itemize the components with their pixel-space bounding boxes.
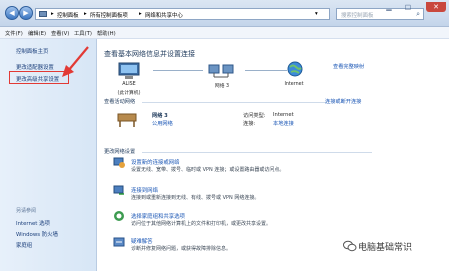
change-settings-header: 更改网络设置 bbox=[104, 149, 136, 155]
network-type-link[interactable]: 公用网络 bbox=[152, 120, 173, 127]
map-computer-sub: (此计算机) bbox=[117, 91, 141, 96]
computer-icon bbox=[118, 62, 140, 79]
page-title: 查看基本网络信息并设置连接 bbox=[104, 50, 195, 58]
see-also-homegroup[interactable]: 家庭组 bbox=[16, 241, 32, 249]
watermark-text: 电脑基础常识 bbox=[358, 243, 413, 253]
homegroup-icon bbox=[113, 210, 125, 222]
annotation-arrow-icon bbox=[62, 46, 89, 77]
section-divider bbox=[142, 152, 372, 153]
control-panel-icon bbox=[39, 11, 47, 17]
window-titlebar: ◀ ▶ ▸ 控制面板 ▸ 所有控制面板项 ▸ 网络和共享中心 ▾ 搜索控制面板 … bbox=[0, 0, 449, 27]
menu-tools[interactable]: 工具(T) bbox=[74, 29, 92, 37]
task-homegroup-desc: 访问位于其他网络计算机上的文件和打印机，或更改共享设置。 bbox=[131, 221, 272, 227]
active-network-name: 网络 3 bbox=[152, 113, 168, 119]
main-panel: 查看基本网络信息并设置连接 查看完整映射 ALISE (此计算机) 网络 3 I… bbox=[97, 39, 449, 271]
map-connector bbox=[153, 70, 203, 71]
connection-local-link[interactable]: 本地连接 bbox=[273, 120, 294, 127]
menu-bar: 文件(F) 编辑(E) 查看(V) 工具(T) 帮助(H) bbox=[0, 27, 449, 39]
see-also-header: 另请参阅 bbox=[16, 208, 37, 214]
map-internet-label: Internet bbox=[284, 82, 304, 87]
wechat-logo-icon bbox=[343, 240, 357, 252]
access-type-label: 访问类型: bbox=[243, 113, 266, 119]
map-network-name: 网络 3 bbox=[214, 84, 230, 89]
connections-label: 连接: bbox=[243, 121, 256, 127]
breadcrumb-all-items[interactable]: 所有控制面板项 bbox=[90, 11, 128, 19]
maximize-button[interactable]: □ bbox=[398, 2, 418, 12]
task-setup-connection-desc: 设置无线、宽带、拨号、临时或 VPN 连接；或设置路由器或访问点。 bbox=[131, 167, 285, 173]
map-connector bbox=[245, 70, 287, 71]
menu-edit[interactable]: 编辑(E) bbox=[28, 29, 46, 37]
forward-button[interactable]: ▶ bbox=[19, 6, 33, 20]
task-connect-network-link[interactable]: 连接到网络 bbox=[131, 186, 158, 194]
back-button[interactable]: ◀ bbox=[5, 6, 19, 20]
view-full-map-link[interactable]: 查看完整映射 bbox=[333, 63, 364, 70]
address-bar[interactable]: ▸ 控制面板 ▸ 所有控制面板项 ▸ 网络和共享中心 ▾ bbox=[35, 8, 330, 20]
task-troubleshoot-desc: 诊断并修复网络问题，或获得故障排除信息。 bbox=[131, 246, 232, 252]
see-also-internet-options[interactable]: Internet 选项 bbox=[16, 219, 50, 227]
breadcrumb-control-panel[interactable]: 控制面板 bbox=[57, 11, 79, 19]
minimize-button[interactable]: ▁ bbox=[382, 2, 396, 12]
troubleshoot-icon bbox=[113, 236, 125, 248]
new-connection-icon bbox=[113, 156, 125, 168]
connect-disconnect-link[interactable]: 连接或断开连接 bbox=[325, 98, 361, 105]
active-networks-header: 查看活动网络 bbox=[104, 99, 136, 105]
menu-view[interactable]: 查看(V) bbox=[51, 29, 69, 37]
task-setup-connection-link[interactable]: 设置新的连接或网络 bbox=[131, 158, 180, 166]
menu-file[interactable]: 文件(F) bbox=[5, 29, 23, 37]
map-computer-name: ALISE bbox=[122, 82, 136, 87]
network-icon bbox=[208, 64, 234, 78]
network-bench-icon bbox=[117, 113, 137, 127]
sidebar-item-adapter-settings[interactable]: 更改适配器设置 bbox=[16, 63, 54, 71]
connect-network-icon bbox=[113, 184, 125, 196]
section-divider bbox=[142, 102, 327, 103]
task-troubleshoot-link[interactable]: 疑难解答 bbox=[131, 237, 153, 245]
task-connect-network-desc: 连接到或重新连接到无线、有线、拨号或 VPN 网络连接。 bbox=[131, 195, 260, 201]
search-input[interactable]: 搜索控制面板 bbox=[341, 11, 373, 19]
breadcrumb-network-center[interactable]: 网络和共享中心 bbox=[145, 11, 183, 19]
internet-globe-icon bbox=[287, 61, 303, 77]
sidebar-item-home[interactable]: 控制面板主页 bbox=[16, 47, 48, 55]
see-also-firewall[interactable]: Windows 防火墙 bbox=[16, 230, 58, 238]
close-button[interactable]: ✕ bbox=[426, 2, 446, 12]
menu-help[interactable]: 帮助(H) bbox=[97, 29, 116, 37]
address-dropdown-icon[interactable]: ▾ bbox=[315, 11, 318, 17]
access-type-value: Internet bbox=[273, 112, 294, 118]
task-homegroup-link[interactable]: 选择家庭组和共享选项 bbox=[131, 212, 185, 220]
